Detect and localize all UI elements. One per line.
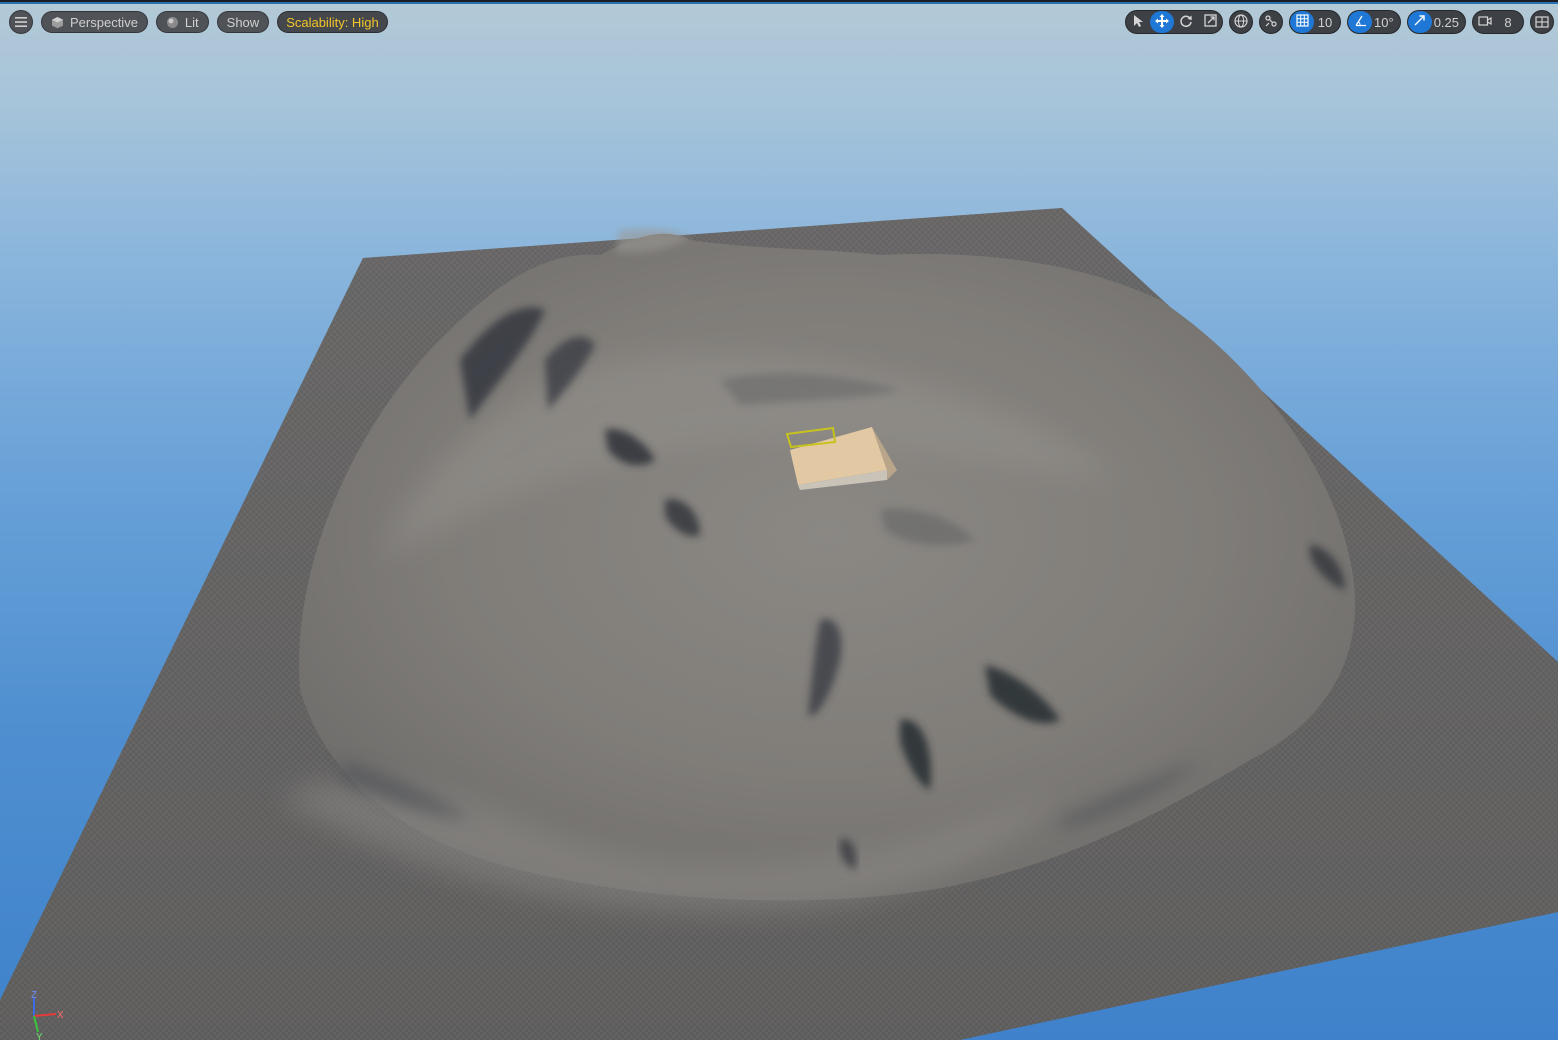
viewport-layout-icon <box>1535 13 1549 32</box>
translate-mode-button[interactable] <box>1150 11 1175 33</box>
angle-icon <box>1354 14 1367 30</box>
grid-icon <box>1295 14 1309 30</box>
axis-gizmo: Z X Y <box>24 990 72 1040</box>
show-button[interactable]: Show <box>216 11 270 33</box>
rotate-icon <box>1179 14 1193 31</box>
level-viewport[interactable]: Perspective Lit Show Scalability: High 1… <box>0 0 1558 1040</box>
camera-icon <box>1478 15 1492 30</box>
viewport-layout-button[interactable] <box>1530 10 1554 34</box>
scalability-label: Scalability: High <box>286 14 379 30</box>
surface-snap-icon <box>1264 13 1278 32</box>
scale-mode-button[interactable] <box>1198 11 1222 33</box>
perspective-label: Perspective <box>70 14 138 30</box>
viewport-options-button[interactable] <box>9 10 33 34</box>
globe-icon <box>1234 13 1248 32</box>
world-local-toggle[interactable] <box>1229 10 1254 34</box>
sphere-icon <box>166 16 179 29</box>
cursor-arrow-icon <box>1132 14 1144 31</box>
rotation-snap-toggle[interactable] <box>1348 11 1373 33</box>
grid-snap-value[interactable]: 10 <box>1314 11 1340 33</box>
axis-y-label: Y <box>36 1032 43 1040</box>
lit-label: Lit <box>184 14 199 30</box>
rotate-mode-button[interactable] <box>1174 11 1198 33</box>
move-arrows-icon <box>1155 13 1170 31</box>
grid-snap-group: 10 <box>1289 10 1342 34</box>
scale-snap-group: 0.25 <box>1406 10 1466 34</box>
scale-snap-value[interactable]: 0.25 <box>1432 11 1465 33</box>
rotation-snap-value[interactable]: 10° <box>1372 11 1400 33</box>
camera-speed-toggle[interactable] <box>1473 11 1497 33</box>
viewport-toolbar-right: 10 10° 0.25 8 <box>1119 10 1554 34</box>
grid-snap-toggle[interactable] <box>1290 11 1315 33</box>
lit-button[interactable]: Lit <box>155 11 209 33</box>
scale-snap-icon <box>1413 14 1426 30</box>
scalability-button[interactable]: Scalability: High <box>277 11 388 33</box>
scale-icon <box>1203 14 1217 30</box>
camera-speed-group[interactable]: 8 <box>1472 10 1524 34</box>
hamburger-menu-icon <box>15 15 27 30</box>
scale-snap-toggle[interactable] <box>1407 11 1432 33</box>
cube-icon <box>51 16 64 29</box>
scene-render[interactable] <box>0 0 1558 1040</box>
surface-snap-toggle[interactable] <box>1259 10 1284 34</box>
show-label: Show <box>226 14 260 30</box>
viewport-toolbar-left: Perspective Lit Show Scalability: High <box>9 10 396 34</box>
camera-speed-value[interactable]: 8 <box>1497 11 1523 33</box>
select-mode-button[interactable] <box>1126 11 1150 33</box>
axis-z-label: Z <box>31 990 37 1001</box>
transform-tools-group <box>1125 10 1224 34</box>
axis-x-label: X <box>57 1010 64 1021</box>
rotation-snap-group: 10° <box>1347 10 1401 34</box>
perspective-button[interactable]: Perspective <box>41 11 148 33</box>
